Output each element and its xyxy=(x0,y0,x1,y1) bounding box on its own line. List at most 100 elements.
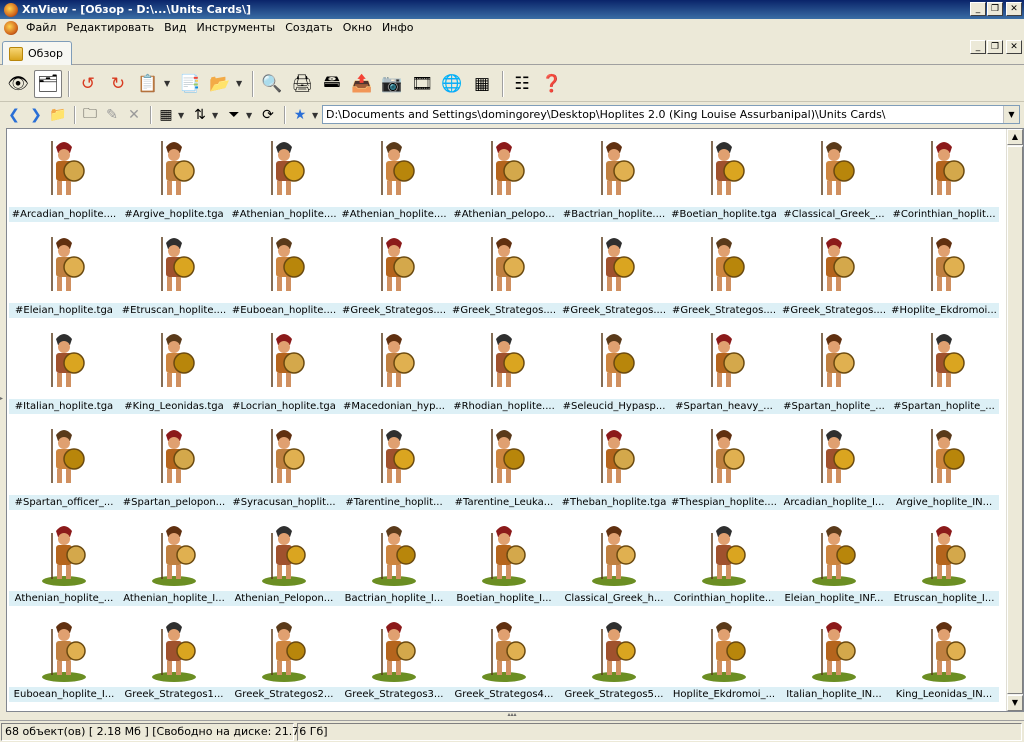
compare-icon[interactable]: ▦ xyxy=(468,70,496,98)
thumbnail-item[interactable]: #Rhodian_hoplite.... xyxy=(449,321,559,417)
thumbnail-item[interactable]: #Spartan_heavy_... xyxy=(669,321,779,417)
menu-create[interactable]: Создать xyxy=(280,19,338,37)
favorites-dropdown-icon[interactable]: ▼ xyxy=(312,111,320,120)
globe-icon[interactable]: 🌐 xyxy=(438,70,466,98)
thumbnail-item[interactable]: Boetian_hoplite_I... xyxy=(449,513,559,609)
thumbnail-item[interactable]: #Locrian_hoplite.tga xyxy=(229,321,339,417)
thumbnail-item[interactable]: #Thespian_hoplite.... xyxy=(669,417,779,513)
clipboard-dropdown-icon[interactable]: ▼ xyxy=(164,79,172,88)
thumbnail-item[interactable]: #Seleucid_Hypasp... xyxy=(559,321,669,417)
thumbnail-item[interactable]: #Italian_hoplite.tga xyxy=(9,321,119,417)
thumbnail-item[interactable]: Athenian_hoplite_I... xyxy=(119,513,229,609)
list-icon[interactable]: ☷ xyxy=(508,70,536,98)
thumbnail-item[interactable]: #Greek_Strategos.... xyxy=(559,225,669,321)
help-icon[interactable]: ❓ xyxy=(538,70,566,98)
thumbnail-item[interactable]: #Athenian_pelopo... xyxy=(449,129,559,225)
thumbnail-item[interactable]: #Bactrian_hoplite.... xyxy=(559,129,669,225)
thumbnail-item[interactable]: #Spartan_hoplite_... xyxy=(889,321,999,417)
thumbnail-item[interactable]: #Athenian_hoplite.... xyxy=(339,129,449,225)
thumbnail-item[interactable]: Euboean_hoplite_I... xyxy=(9,609,119,705)
thumbnail-item[interactable]: Eleian_hoplite_INF... xyxy=(779,513,889,609)
close-button[interactable]: ✕ xyxy=(1006,2,1022,16)
scanner-icon[interactable]: 🖴 xyxy=(318,70,346,98)
thumbnail-item[interactable]: #Corinthian_hoplit... xyxy=(889,129,999,225)
thumbnail-item[interactable]: Greek_Strategos4... xyxy=(449,609,559,705)
thumbnail-item[interactable]: Hoplite_Ekdromoi_... xyxy=(669,609,779,705)
camera-icon[interactable]: 📷 xyxy=(378,70,406,98)
thumbnail-item[interactable]: #Hoplite_Ekdromoi... xyxy=(889,225,999,321)
view-mode-dropdown-icon[interactable]: ▼ xyxy=(178,111,186,120)
bottom-panel-splitter-icon[interactable]: ▴▴▴ xyxy=(496,712,528,718)
thumbnail-item[interactable]: Corinthian_hoplite... xyxy=(669,513,779,609)
menu-tools[interactable]: Инструменты xyxy=(191,19,280,37)
path-combobox[interactable]: D:\Documents and Settings\domingorey\Des… xyxy=(322,105,1020,124)
thumbnail-item[interactable]: #Classical_Greek_... xyxy=(779,129,889,225)
thumbnail-item[interactable]: #Tarentine_hoplit... xyxy=(339,417,449,513)
thumbnail-item[interactable]: #Athenian_hoplite.... xyxy=(229,129,339,225)
thumbnail-item[interactable]: #Eleian_hoplite.tga xyxy=(9,225,119,321)
filter-icon[interactable]: ⏷ xyxy=(224,105,244,125)
thumbnail-item[interactable]: Greek_Strategos2... xyxy=(229,609,339,705)
xnview-app-icon[interactable] xyxy=(4,2,18,17)
clipboard-icon[interactable]: 📋 xyxy=(134,70,162,98)
restore-button[interactable]: ❐ xyxy=(987,2,1003,16)
thumbnail-item[interactable]: Bactrian_hoplite_I... xyxy=(339,513,449,609)
left-panel-splitter-icon[interactable]: ▸ xyxy=(0,395,5,415)
view-mode-icon[interactable]: ▦ xyxy=(156,105,176,125)
favorites-icon[interactable]: ★ xyxy=(290,105,310,125)
thumbnail-item[interactable]: #Greek_Strategos.... xyxy=(449,225,559,321)
new-folder-icon[interactable]: 🗀 xyxy=(80,105,100,125)
convert-icon[interactable]: 📤 xyxy=(348,70,376,98)
thumbnail-item[interactable]: #Euboean_hoplite.... xyxy=(229,225,339,321)
child-window-icon[interactable] xyxy=(4,21,18,35)
sort-dropdown-icon[interactable]: ▼ xyxy=(212,111,220,120)
folder-dropdown-icon[interactable]: ▼ xyxy=(236,79,244,88)
menu-info[interactable]: Инфо xyxy=(377,19,419,37)
thumbnail-item[interactable]: King_Leonidas_IN... xyxy=(889,609,999,705)
menu-window[interactable]: Окно xyxy=(338,19,377,37)
menu-edit[interactable]: Редактировать xyxy=(61,19,159,37)
minimize-button[interactable]: _ xyxy=(970,2,986,16)
browse-icon[interactable]: 🗂 xyxy=(34,69,62,98)
scroll-down-icon[interactable]: ▼ xyxy=(1007,695,1023,711)
thumbnail-item[interactable]: #King_Leonidas.tga xyxy=(119,321,229,417)
open-folder-icon[interactable]: 📂 xyxy=(206,70,234,98)
thumbnail-item[interactable]: #Macedonian_hyp... xyxy=(339,321,449,417)
delete-icon[interactable]: ✕ xyxy=(124,105,144,125)
scroll-up-icon[interactable]: ▲ xyxy=(1007,129,1023,145)
thumbnail-browser[interactable]: #Arcadian_hoplite.... #Argive_hoplite.tga… xyxy=(6,128,1024,712)
filter-dropdown-icon[interactable]: ▼ xyxy=(246,111,254,120)
thumbnail-item[interactable]: #Spartan_hoplite_... xyxy=(779,321,889,417)
thumbnail-item[interactable]: Italian_hoplite_IN... xyxy=(779,609,889,705)
thumbnail-item[interactable]: #Theban_hoplite.tga xyxy=(559,417,669,513)
thumbnail-item[interactable]: #Syracusan_hoplit... xyxy=(229,417,339,513)
thumbnail-item[interactable]: #Argive_hoplite.tga xyxy=(119,129,229,225)
thumbnail-item[interactable]: Classical_Greek_h... xyxy=(559,513,669,609)
thumbnail-item[interactable]: #Greek_Strategos.... xyxy=(339,225,449,321)
thumbnail-item[interactable]: #Greek_Strategos.... xyxy=(669,225,779,321)
path-text[interactable]: D:\Documents and Settings\domingorey\Des… xyxy=(326,108,886,121)
thumbnail-item[interactable]: Greek_Strategos3... xyxy=(339,609,449,705)
image-magnify-icon[interactable]: 🔍 xyxy=(258,70,286,98)
rotate-right-icon[interactable]: ↻ xyxy=(104,70,132,98)
thumbnail-item[interactable]: Arcadian_hoplite_I... xyxy=(779,417,889,513)
menu-view[interactable]: Вид xyxy=(159,19,191,37)
vertical-scrollbar[interactable]: ▲ ▼ xyxy=(1006,129,1023,711)
checklist-icon[interactable]: 📑 xyxy=(176,70,204,98)
thumbnail-item[interactable]: #Etruscan_hoplite.... xyxy=(119,225,229,321)
thumbnail-item[interactable]: #Boetian_hoplite.tga xyxy=(669,129,779,225)
thumbnail-item[interactable]: #Arcadian_hoplite.... xyxy=(9,129,119,225)
sort-icon[interactable]: ⇅ xyxy=(190,105,210,125)
thumbnail-item[interactable]: #Spartan_officer_... xyxy=(9,417,119,513)
path-dropdown-icon[interactable]: ▼ xyxy=(1003,106,1019,123)
thumbnail-item[interactable]: Athenian_hoplite_... xyxy=(9,513,119,609)
back-icon[interactable]: ❮ xyxy=(4,105,24,125)
thumbnail-item[interactable]: Greek_Strategos5... xyxy=(559,609,669,705)
filmstrip-icon[interactable]: 🎞 xyxy=(408,70,436,98)
thumbnail-item[interactable]: #Spartan_pelopon... xyxy=(119,417,229,513)
printer-icon[interactable]: 🖨 xyxy=(288,70,316,98)
rotate-left-icon[interactable]: ↺ xyxy=(74,70,102,98)
rename-icon[interactable]: ✎ xyxy=(102,105,122,125)
forward-icon[interactable]: ❯ xyxy=(26,105,46,125)
thumbnail-item[interactable]: Athenian_Pelopon... xyxy=(229,513,339,609)
